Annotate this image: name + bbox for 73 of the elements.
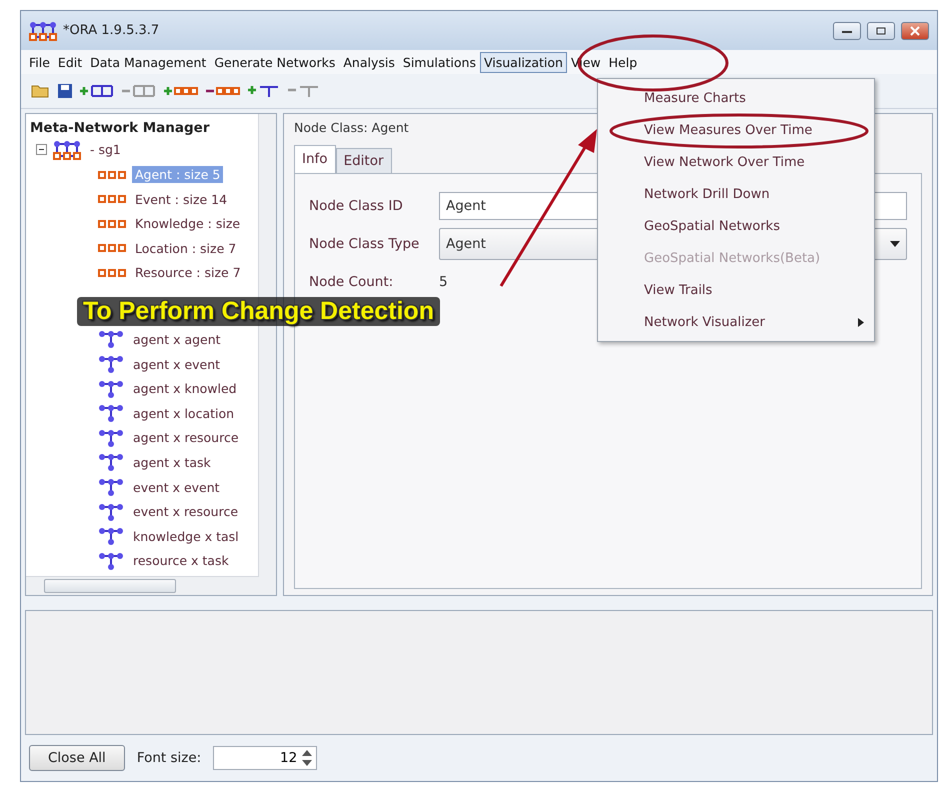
- tree-item[interactable]: resource x task: [130, 552, 232, 570]
- menu-item[interactable]: View Network Over Time: [598, 146, 874, 178]
- network-icon: [98, 526, 124, 546]
- network-icon: [98, 329, 124, 350]
- maximize-icon: [876, 26, 886, 35]
- tree-item[interactable]: knowledge x tasl: [130, 528, 242, 545]
- tree-item[interactable]: agent x event: [130, 356, 224, 373]
- network-icon: [98, 403, 124, 424]
- node-class-icon: [98, 220, 126, 228]
- field-label: Node Class ID: [309, 198, 404, 214]
- node-class-icon: [98, 195, 126, 204]
- field-label: Node Count:: [309, 274, 394, 290]
- menu-item[interactable]: Help: [604, 52, 642, 73]
- menu-item[interactable]: File: [25, 52, 54, 73]
- menu-item[interactable]: Measure Charts: [598, 82, 874, 114]
- menu-item[interactable]: Network Drill Down: [598, 178, 874, 210]
- network-icon: [98, 378, 124, 399]
- caption-text: To Perform Change Detection: [77, 297, 440, 326]
- menu-item[interactable]: Generate Networks: [210, 52, 340, 73]
- field-value: 5: [439, 274, 448, 290]
- network-icon: [98, 452, 124, 472]
- network-icon: [98, 502, 124, 522]
- field-label: Node Class Type: [309, 236, 420, 252]
- tab[interactable]: Editor: [336, 148, 392, 173]
- meta-network-icon: [29, 20, 57, 41]
- network-icon: [98, 477, 124, 498]
- scrollbar-thumb[interactable]: [44, 578, 176, 593]
- menu-item[interactable]: Data Management: [86, 52, 210, 73]
- font-size-label: Font size:: [136, 750, 202, 766]
- add-node-class-icon[interactable]: [163, 84, 199, 97]
- tree-item[interactable]: agent x agent: [130, 330, 224, 348]
- folder-icon[interactable]: [31, 82, 51, 99]
- tree-item[interactable]: Location : size 7: [132, 240, 240, 257]
- node-class-icon: [98, 244, 126, 252]
- tree-item[interactable]: agent x task: [130, 454, 214, 471]
- remove-node-class-icon[interactable]: [205, 84, 241, 97]
- menu-item[interactable]: Visualization: [480, 52, 567, 73]
- maximize-button[interactable]: [867, 22, 895, 40]
- tree-item[interactable]: - sg1: [87, 141, 124, 158]
- tree-item[interactable]: agent x location: [130, 404, 238, 422]
- tree-item[interactable]: agent x knowled: [130, 380, 240, 398]
- collapse-toggle-icon[interactable]: [36, 144, 47, 156]
- font-size-spinner[interactable]: 12: [213, 746, 318, 770]
- close-button[interactable]: [901, 22, 929, 40]
- menu-item[interactable]: View Trails: [598, 274, 874, 306]
- tree-item[interactable]: event x event: [130, 478, 223, 496]
- minimize-button[interactable]: [833, 22, 861, 40]
- menu-item[interactable]: Analysis: [339, 52, 399, 73]
- tree-item[interactable]: event x resource: [130, 503, 242, 520]
- tree-item[interactable]: agent x resource: [130, 429, 242, 446]
- window-title: *ORA 1.9.5.3.7: [63, 23, 160, 38]
- network-icon: [98, 354, 124, 374]
- save-icon[interactable]: [57, 82, 73, 99]
- meta-network-icon: [53, 140, 81, 160]
- close-icon: [910, 26, 920, 36]
- panel-title: Node Class: Agent: [294, 120, 409, 135]
- tree-item[interactable]: Resource : size 7: [132, 264, 244, 282]
- menu-item[interactable]: GeoSpatial Networks: [598, 210, 874, 242]
- close-all-button[interactable]: Close All: [29, 744, 125, 771]
- menu-item[interactable]: Simulations: [398, 52, 480, 73]
- tree-item[interactable]: Knowledge : size: [132, 215, 244, 232]
- tree-item[interactable]: Event : size 14: [132, 190, 230, 208]
- panel-title: Meta-Network Manager: [29, 118, 210, 138]
- menu-item[interactable]: Network Visualizer: [598, 306, 874, 338]
- node-class-icon: [98, 268, 126, 277]
- node-class-icon: [98, 170, 126, 178]
- tab[interactable]: Info: [294, 144, 336, 173]
- horizontal-scrollbar[interactable]: [26, 576, 276, 595]
- network-icon: [98, 428, 124, 448]
- caret-icon: [890, 240, 900, 247]
- network-icon: [98, 550, 124, 571]
- menu-item[interactable]: Edit: [54, 52, 86, 73]
- menu-item[interactable]: View Measures Over Time: [598, 114, 874, 146]
